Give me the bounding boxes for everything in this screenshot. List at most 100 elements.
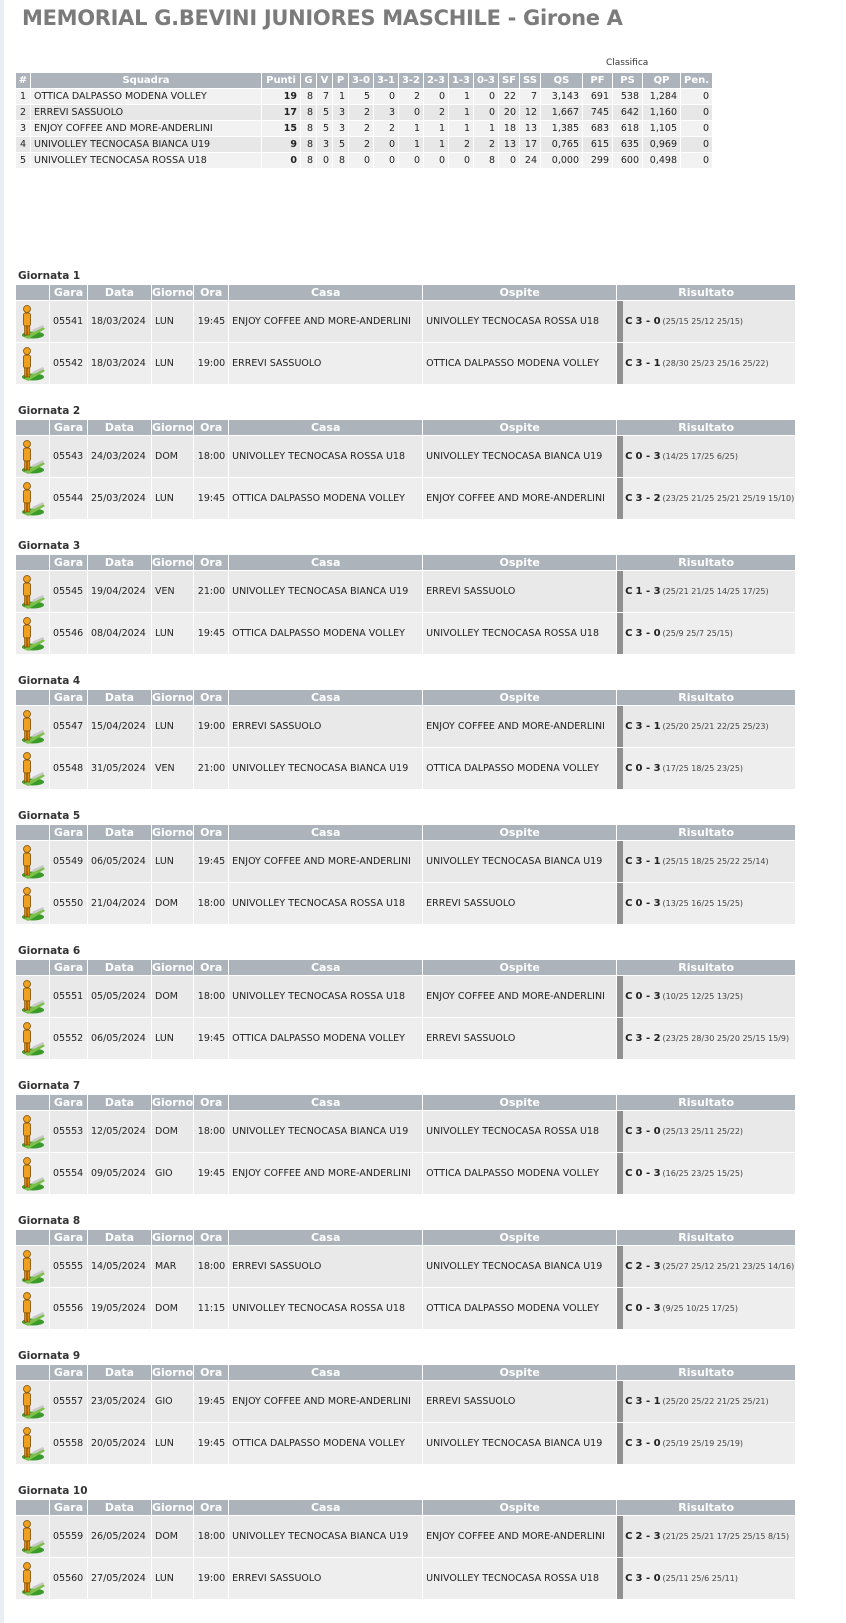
standings-cell-points-ratio: 1,105 xyxy=(643,121,680,136)
schedule-col-ora: Ora xyxy=(194,420,229,435)
match-ora: 19:45 xyxy=(194,1018,229,1059)
match-row[interactable]: 05551 05/05/2024 DOM 18:00 UNIVOLLEY TECNOCA… xyxy=(16,976,796,1017)
referee-icon[interactable] xyxy=(16,1561,49,1597)
result-score: 3 - 0 xyxy=(635,1438,661,1449)
match-ospite: ENJOY COFFEE AND MORE-ANDERLINI xyxy=(423,1516,617,1557)
schedule-col-giorno: Giorno xyxy=(152,1500,194,1515)
match-data: 12/05/2024 xyxy=(88,1111,151,1152)
match-result-cell: C0 - 3 (10/25 12/25 13/25) xyxy=(617,976,796,1017)
referee-icon[interactable] xyxy=(16,481,49,517)
standings-cell-w31: 0 xyxy=(374,153,398,168)
standings-cell-sets-won: 22 xyxy=(499,89,519,104)
result-score: 0 - 3 xyxy=(635,763,661,774)
referee-icon[interactable] xyxy=(16,1156,49,1192)
match-gara: 05543 xyxy=(50,436,87,477)
referee-icon[interactable] xyxy=(16,1291,49,1327)
match-row[interactable]: 05541 18/03/2024 LUN 19:45 ENJOY COFFEE AND … xyxy=(16,301,796,342)
schedule-col-gara: Gara xyxy=(50,285,87,300)
match-row[interactable]: 05548 31/05/2024 VEN 21:00 UNIVOLLEY TECNOCA… xyxy=(16,748,796,789)
match-row[interactable]: 05550 21/04/2024 DOM 18:00 UNIVOLLEY TECNOCA… xyxy=(16,883,796,924)
referee-icon[interactable] xyxy=(16,886,49,922)
match-data: 25/03/2024 xyxy=(88,478,151,519)
match-giorno: LUN xyxy=(152,706,194,747)
schedule-col-data: Data xyxy=(88,1230,151,1245)
match-row[interactable]: 05557 23/05/2024 GIO 19:45 ENJOY COFFEE AND … xyxy=(16,1381,796,1422)
referee-icon[interactable] xyxy=(16,1114,49,1150)
round-block: Giornata 4 Gara Data Giorno Ora Casa Ospite Ris… xyxy=(15,675,845,810)
referee-icon[interactable] xyxy=(16,751,49,787)
referee-icon[interactable] xyxy=(16,439,49,475)
match-row[interactable]: 05554 09/05/2024 GIO 19:45 ENJOY COFFEE AND … xyxy=(16,1153,796,1194)
match-row[interactable]: 05543 24/03/2024 DOM 18:00 UNIVOLLEY TECNOCA… xyxy=(16,436,796,477)
result-prefix: C xyxy=(625,991,633,1002)
match-row[interactable]: 05556 19/05/2024 DOM 11:15 UNIVOLLEY TECNOCA… xyxy=(16,1288,796,1329)
match-gara: 05548 xyxy=(50,748,87,789)
match-result-cell: C3 - 1 (28/30 25/23 25/16 25/22) xyxy=(617,343,796,384)
match-data: 20/05/2024 xyxy=(88,1423,151,1464)
match-row[interactable]: 05555 14/05/2024 MAR 18:00 ERREVI SASSUOLO UN… xyxy=(16,1246,796,1287)
referee-icon[interactable] xyxy=(16,1426,49,1462)
schedule-col-gara: Gara xyxy=(50,690,87,705)
standings-cell-points-against: 635 xyxy=(613,137,642,152)
match-row[interactable]: 05553 12/05/2024 DOM 18:00 UNIVOLLEY TECNOCA… xyxy=(16,1111,796,1152)
referee-icon[interactable] xyxy=(16,979,49,1015)
match-ora: 19:45 xyxy=(194,478,229,519)
schedule-col-giorno: Giorno xyxy=(152,555,194,570)
referee-icon[interactable] xyxy=(16,574,49,610)
match-result-cell: C3 - 0 (25/15 25/12 25/15) xyxy=(617,301,796,342)
schedule-col-icon xyxy=(16,1230,49,1245)
standings-cell-points: 17 xyxy=(262,105,300,120)
referee-icon[interactable] xyxy=(16,304,49,340)
referee-icon[interactable] xyxy=(16,346,49,382)
referee-icon[interactable] xyxy=(16,616,49,652)
result-prefix: C xyxy=(625,763,633,774)
standings-cell-sets-won: 13 xyxy=(499,137,519,152)
referee-icon[interactable] xyxy=(16,1021,49,1057)
result-sets: (25/15 18/25 25/22 25/14) xyxy=(662,857,769,866)
referee-icon[interactable] xyxy=(16,1384,49,1420)
match-row[interactable]: 05545 19/04/2024 VEN 21:00 UNIVOLLEY TECNOCA… xyxy=(16,571,796,612)
match-row[interactable]: 05558 20/05/2024 LUN 19:45 OTTICA DALPASSO M… xyxy=(16,1423,796,1464)
round-block: Giornata 7 Gara Data Giorno Ora Casa Ospite Ris… xyxy=(15,1080,845,1215)
match-row[interactable]: 05542 18/03/2024 LUN 19:00 ERREVI SASSUOLO OT… xyxy=(16,343,796,384)
result-score: 3 - 0 xyxy=(635,1573,661,1584)
schedule-header-row: Gara Data Giorno Ora Casa Ospite Risultato xyxy=(16,285,796,300)
match-data: 09/05/2024 xyxy=(88,1153,151,1194)
schedule-table: Gara Data Giorno Ora Casa Ospite Risultato 0554… xyxy=(15,689,796,790)
result-sets: (25/19 25/19 25/19) xyxy=(662,1439,744,1448)
schedule-col-casa: Casa xyxy=(229,1095,423,1110)
schedule-col-ospite: Ospite xyxy=(423,960,617,975)
result-prefix: C xyxy=(625,628,633,639)
match-row[interactable]: 05559 26/05/2024 DOM 18:00 UNIVOLLEY TECNOCA… xyxy=(16,1516,796,1557)
standings-cell-set-ratio: 0,765 xyxy=(541,137,582,152)
match-result-cell: C0 - 3 (9/25 10/25 17/25) xyxy=(617,1288,796,1329)
result-status-bar xyxy=(617,1423,624,1464)
schedule-col-risultato: Risultato xyxy=(617,690,796,705)
match-icon-cell xyxy=(16,748,49,789)
schedule-header-row: Gara Data Giorno Ora Casa Ospite Risultato xyxy=(16,960,796,975)
match-row[interactable]: 05546 08/04/2024 LUN 19:45 OTTICA DALPASSO M… xyxy=(16,613,796,654)
match-row[interactable]: 05544 25/03/2024 LUN 19:45 OTTICA DALPASSO M… xyxy=(16,478,796,519)
standings-cell-points-for: 683 xyxy=(583,121,612,136)
referee-icon[interactable] xyxy=(16,844,49,880)
referee-icon[interactable] xyxy=(16,709,49,745)
match-row[interactable]: 05547 15/04/2024 LUN 19:00 ERREVI SASSUOLO EN… xyxy=(16,706,796,747)
match-giorno: LUN xyxy=(152,478,194,519)
standings-row: 1 OTTICA DALPASSO MODENA VOLLEY 19 8 7 1 5 0 2 0 1… xyxy=(16,89,712,104)
match-ospite: OTTICA DALPASSO MODENA VOLLEY xyxy=(423,748,617,789)
match-row[interactable]: 05560 27/05/2024 LUN 19:00 ERREVI SASSUOLO UN… xyxy=(16,1558,796,1599)
schedule-col-ospite: Ospite xyxy=(423,825,617,840)
match-icon-cell xyxy=(16,613,49,654)
match-row[interactable]: 05552 06/05/2024 LUN 19:45 OTTICA DALPASSO M… xyxy=(16,1018,796,1059)
match-data: 31/05/2024 xyxy=(88,748,151,789)
round-block: Giornata 1 Gara Data Giorno Ora Casa Ospite Ris… xyxy=(15,270,845,405)
match-row[interactable]: 05549 06/05/2024 LUN 19:45 ENJOY COFFEE AND … xyxy=(16,841,796,882)
schedule-col-risultato: Risultato xyxy=(617,1230,796,1245)
match-giorno: DOM xyxy=(152,1516,194,1557)
schedule-col-giorno: Giorno xyxy=(152,285,194,300)
result-score: 0 - 3 xyxy=(635,451,661,462)
referee-icon[interactable] xyxy=(16,1249,49,1285)
match-ospite: ERREVI SASSUOLO xyxy=(423,883,617,924)
result-score: 3 - 1 xyxy=(635,721,661,732)
referee-icon[interactable] xyxy=(16,1519,49,1555)
